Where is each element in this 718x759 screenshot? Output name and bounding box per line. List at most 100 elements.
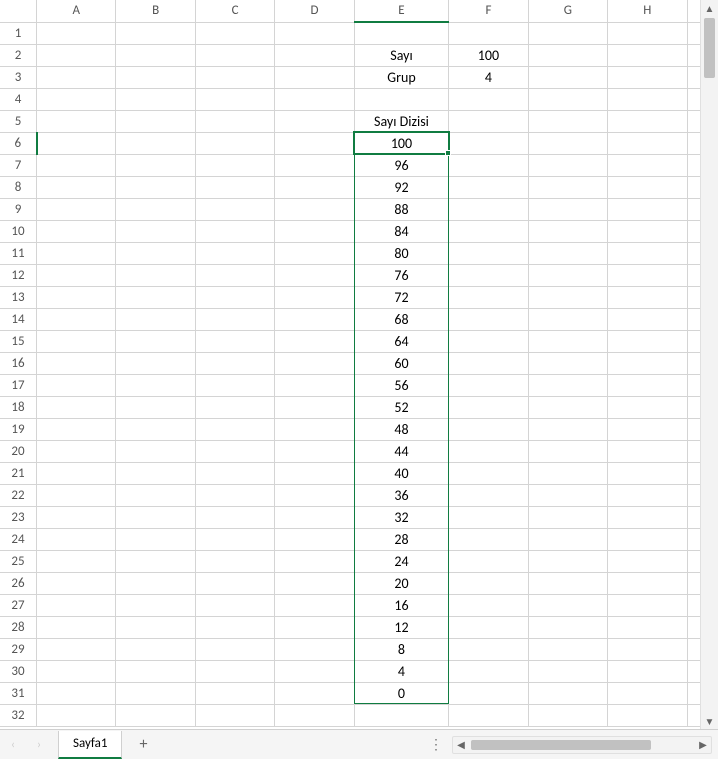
cell-E14[interactable]: 68 [354, 308, 448, 330]
cell-F19[interactable] [449, 418, 528, 440]
cell-C23[interactable] [195, 506, 274, 528]
row-header-31[interactable]: 31 [0, 682, 37, 704]
row-header-23[interactable]: 23 [0, 506, 37, 528]
cell-B20[interactable] [116, 440, 195, 462]
cell-D32[interactable] [275, 704, 354, 726]
cell-G7[interactable] [528, 154, 607, 176]
cell-B31[interactable] [116, 682, 195, 704]
cell-E2[interactable]: Sayı [354, 44, 448, 66]
cell-I11[interactable] [687, 242, 700, 264]
cell-B18[interactable] [116, 396, 195, 418]
cell-H17[interactable] [608, 374, 687, 396]
cell-I23[interactable] [687, 506, 700, 528]
cell-A4[interactable] [37, 88, 116, 110]
cell-G4[interactable] [528, 88, 607, 110]
cell-D13[interactable] [275, 286, 354, 308]
cell-D30[interactable] [275, 660, 354, 682]
cell-A6[interactable] [37, 132, 116, 154]
cell-G27[interactable] [528, 594, 607, 616]
cell-D11[interactable] [275, 242, 354, 264]
cell-I17[interactable] [687, 374, 700, 396]
cell-I12[interactable] [687, 264, 700, 286]
cell-I24[interactable] [687, 528, 700, 550]
cell-A13[interactable] [37, 286, 116, 308]
cell-G2[interactable] [528, 44, 607, 66]
cell-F5[interactable] [449, 110, 528, 132]
worksheet-area[interactable]: ABCDEFGHI12Sayı1003Grup445Sayı Dizisi610… [0, 0, 700, 729]
cell-G11[interactable] [528, 242, 607, 264]
cell-B1[interactable] [116, 22, 195, 44]
cell-C8[interactable] [195, 176, 274, 198]
cell-B28[interactable] [116, 616, 195, 638]
cell-E20[interactable]: 44 [354, 440, 448, 462]
cell-D8[interactable] [275, 176, 354, 198]
cell-C15[interactable] [195, 330, 274, 352]
cell-G26[interactable] [528, 572, 607, 594]
cell-B26[interactable] [116, 572, 195, 594]
cell-F13[interactable] [449, 286, 528, 308]
cell-H21[interactable] [608, 462, 687, 484]
cell-I4[interactable] [687, 88, 700, 110]
cell-F7[interactable] [449, 154, 528, 176]
cell-I2[interactable] [687, 44, 700, 66]
cell-I7[interactable] [687, 154, 700, 176]
horizontal-scroll-track[interactable] [469, 737, 695, 753]
cell-B27[interactable] [116, 594, 195, 616]
cell-D9[interactable] [275, 198, 354, 220]
select-all-corner[interactable] [0, 0, 37, 22]
cell-C3[interactable] [195, 66, 274, 88]
cell-F21[interactable] [449, 462, 528, 484]
cell-D29[interactable] [275, 638, 354, 660]
cell-B22[interactable] [116, 484, 195, 506]
cell-E4[interactable] [354, 88, 448, 110]
cell-G20[interactable] [528, 440, 607, 462]
cell-E12[interactable]: 76 [354, 264, 448, 286]
row-header-13[interactable]: 13 [0, 286, 37, 308]
cell-G30[interactable] [528, 660, 607, 682]
cell-A22[interactable] [37, 484, 116, 506]
row-header-10[interactable]: 10 [0, 220, 37, 242]
cell-B30[interactable] [116, 660, 195, 682]
horizontal-scrollbar[interactable]: ◀ ▶ [452, 736, 712, 754]
cell-I9[interactable] [687, 198, 700, 220]
row-header-14[interactable]: 14 [0, 308, 37, 330]
cell-F1[interactable] [449, 22, 528, 44]
cell-G19[interactable] [528, 418, 607, 440]
cell-E16[interactable]: 60 [354, 352, 448, 374]
cell-H31[interactable] [608, 682, 687, 704]
cell-F9[interactable] [449, 198, 528, 220]
row-header-19[interactable]: 19 [0, 418, 37, 440]
cell-A3[interactable] [37, 66, 116, 88]
cell-D31[interactable] [275, 682, 354, 704]
cell-H5[interactable] [608, 110, 687, 132]
cell-I1[interactable] [687, 22, 700, 44]
cell-G21[interactable] [528, 462, 607, 484]
cell-F6[interactable] [449, 132, 528, 154]
cell-C30[interactable] [195, 660, 274, 682]
cell-F3[interactable]: 4 [449, 66, 528, 88]
cell-I22[interactable] [687, 484, 700, 506]
cell-B25[interactable] [116, 550, 195, 572]
cell-I15[interactable] [687, 330, 700, 352]
cell-D10[interactable] [275, 220, 354, 242]
cell-C32[interactable] [195, 704, 274, 726]
cell-F29[interactable] [449, 638, 528, 660]
cell-G12[interactable] [528, 264, 607, 286]
cell-C1[interactable] [195, 22, 274, 44]
cell-A15[interactable] [37, 330, 116, 352]
cell-G23[interactable] [528, 506, 607, 528]
cell-F12[interactable] [449, 264, 528, 286]
cell-F10[interactable] [449, 220, 528, 242]
cell-C27[interactable] [195, 594, 274, 616]
cell-C14[interactable] [195, 308, 274, 330]
cell-A12[interactable] [37, 264, 116, 286]
sheet-tab-active[interactable]: Sayfa1 [58, 731, 122, 759]
cell-G14[interactable] [528, 308, 607, 330]
cell-E9[interactable]: 88 [354, 198, 448, 220]
cell-A32[interactable] [37, 704, 116, 726]
cell-I31[interactable] [687, 682, 700, 704]
cell-H12[interactable] [608, 264, 687, 286]
cell-D17[interactable] [275, 374, 354, 396]
cell-H7[interactable] [608, 154, 687, 176]
cell-I19[interactable] [687, 418, 700, 440]
